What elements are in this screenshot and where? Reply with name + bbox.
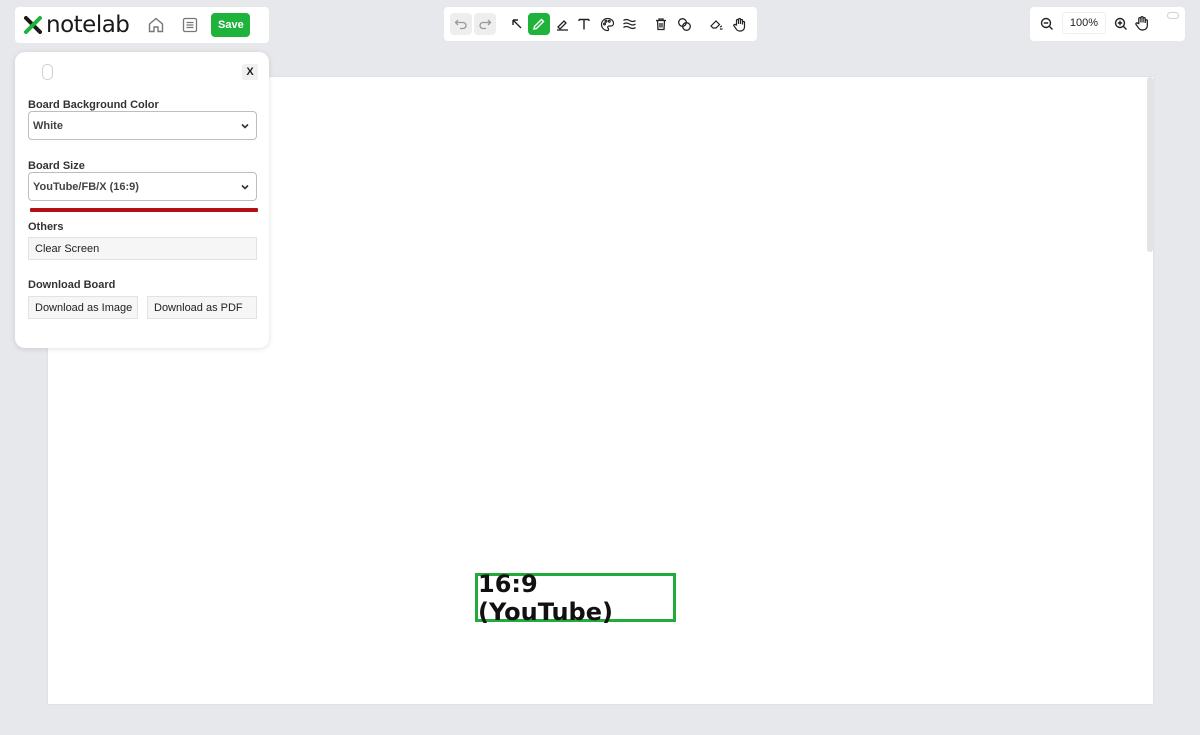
board-settings-panel: X Board Background Color White Board Siz… [15,52,269,348]
drag-handle-icon[interactable] [42,64,53,80]
board-size-annotation: 16:9 (YouTube) [475,570,676,626]
chevron-down-icon [241,184,249,190]
text-icon[interactable] [573,13,595,35]
save-button[interactable]: Save [211,13,251,37]
close-button[interactable]: X [242,64,258,80]
trash-icon[interactable] [650,13,672,35]
logo[interactable]: notelab [24,11,130,38]
zoom-out-icon[interactable] [1040,17,1054,36]
clear-screen-button[interactable]: Clear Screen [28,237,257,260]
download-pdf-button[interactable]: Download as PDF [147,296,257,319]
zoom-in-icon[interactable] [1114,17,1128,36]
app-name: notelab [46,11,130,38]
board-size-divider [30,208,258,212]
highlighter-icon[interactable] [551,13,573,35]
notes-icon[interactable] [179,14,201,36]
home-icon[interactable] [145,14,167,36]
board-size-select[interactable]: YouTube/FB/X (16:9) [28,172,257,201]
download-board-label: Download Board [28,279,116,291]
arrow-select-icon[interactable] [506,13,528,35]
notelab-logo-icon [24,16,42,34]
collapse-toggle[interactable] [1167,12,1179,19]
zoom-bar: 100% [1030,7,1185,41]
chevron-down-icon [241,123,249,129]
zoom-level[interactable]: 100% [1062,12,1106,34]
background-color-label: Board Background Color [28,99,159,111]
stroke-width-icon[interactable] [618,13,640,35]
download-image-button[interactable]: Download as Image [28,296,138,319]
pen-icon[interactable] [528,13,550,35]
board-size-label: Board Size [28,160,85,172]
others-label: Others [28,221,64,233]
eraser-icon[interactable] [705,13,727,35]
background-color-select[interactable]: White [28,111,257,140]
redo-icon[interactable] [474,13,496,35]
brand-bar: notelab Save [15,7,269,43]
board-size-value: YouTube/FB/X (16:9) [33,180,139,193]
shapes-icon[interactable] [673,13,695,35]
background-color-value: White [33,119,63,132]
undo-icon[interactable] [450,13,472,35]
board-scrollbar[interactable] [1147,77,1153,252]
pan-hand-icon[interactable] [1134,15,1150,36]
hand-icon[interactable] [728,13,750,35]
drawing-toolbar [444,7,757,41]
palette-icon[interactable] [596,13,618,35]
